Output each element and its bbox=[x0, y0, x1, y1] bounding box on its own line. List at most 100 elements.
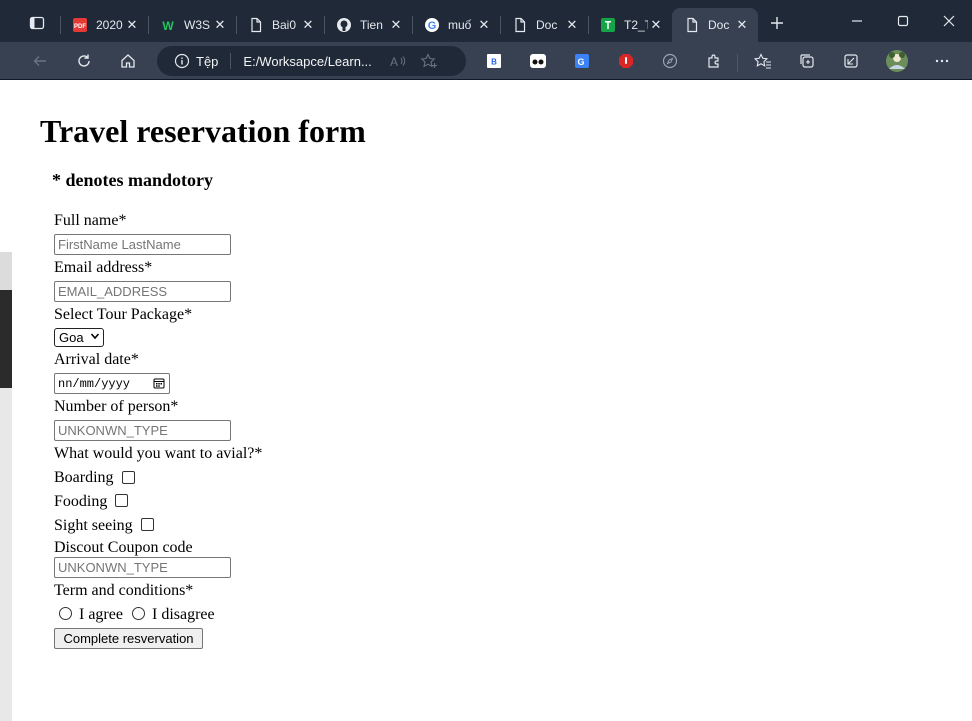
close-tab-icon[interactable]: ✕ bbox=[212, 17, 228, 33]
more-icon bbox=[934, 53, 950, 69]
tab-title: Tien bbox=[360, 18, 383, 32]
tab-strip: PDF 2020 ✕ W W3S ✕ Bai0 ✕ Tien ✕ G muố ✕ bbox=[0, 0, 972, 42]
tab-title: Bai0 bbox=[272, 18, 297, 32]
calendar-icon[interactable] bbox=[153, 377, 165, 389]
home-button[interactable] bbox=[113, 46, 143, 76]
tab-doc-active[interactable]: Doc ✕ bbox=[672, 8, 758, 42]
info-icon[interactable] bbox=[174, 53, 190, 69]
b-extension-icon: B bbox=[486, 53, 502, 69]
extensions-button[interactable] bbox=[699, 46, 729, 76]
settings-more-button[interactable] bbox=[927, 46, 957, 76]
svg-text:PDF: PDF bbox=[74, 24, 86, 30]
tab-doc[interactable]: Doc ✕ bbox=[500, 8, 588, 42]
complete-reservation-button[interactable]: Complete resvervation bbox=[54, 628, 203, 649]
tab-actions-icon bbox=[29, 15, 45, 31]
url-text[interactable]: E:/Worksapce/Learn... bbox=[243, 54, 371, 69]
tab-sheets[interactable]: T2_T ✕ bbox=[588, 8, 672, 42]
fooding-label: Fooding bbox=[54, 493, 108, 510]
fooding-checkbox[interactable] bbox=[115, 494, 128, 507]
tab-title: Doc bbox=[708, 18, 730, 32]
tab-bai[interactable]: Bai0 ✕ bbox=[236, 8, 324, 42]
add-favorite-icon[interactable] bbox=[420, 53, 438, 69]
minimize-button[interactable] bbox=[834, 0, 880, 42]
close-tab-icon[interactable]: ✕ bbox=[300, 17, 316, 33]
boarding-checkbox[interactable] bbox=[122, 471, 135, 484]
svg-text:G: G bbox=[428, 20, 437, 32]
email-input[interactable] bbox=[54, 281, 231, 302]
arrival-date-input[interactable]: nn/mm/yyyy bbox=[54, 373, 170, 394]
refresh-icon bbox=[76, 53, 92, 69]
arrival-date-value: nn/mm/yyyy bbox=[58, 376, 131, 391]
google-icon: G bbox=[424, 17, 440, 33]
persons-input[interactable] bbox=[54, 420, 231, 441]
tab-w3schools[interactable]: W W3S ✕ bbox=[148, 8, 236, 42]
puzzle-icon bbox=[706, 53, 722, 69]
svg-text:B: B bbox=[491, 58, 497, 67]
boarding-label: Boarding bbox=[54, 469, 114, 486]
tab-title: Doc bbox=[536, 18, 558, 32]
close-window-button[interactable] bbox=[926, 0, 972, 42]
read-aloud-icon[interactable]: A bbox=[390, 53, 408, 69]
browser-toolbar: Tệp E:/Worksapce/Learn... A B G bbox=[0, 42, 972, 79]
translate-extension-icon: G bbox=[574, 53, 590, 69]
close-tab-icon[interactable]: ✕ bbox=[564, 17, 580, 33]
chevron-down-icon bbox=[90, 331, 100, 341]
disagree-radio[interactable] bbox=[132, 607, 145, 620]
tab-title: muố bbox=[448, 18, 472, 32]
close-tab-icon[interactable]: ✕ bbox=[734, 17, 750, 33]
document-icon bbox=[248, 17, 264, 33]
desktop-edge bbox=[0, 80, 12, 721]
address-bar[interactable]: Tệp E:/Worksapce/Learn... A bbox=[157, 46, 466, 76]
tour-package-select[interactable]: Goa bbox=[54, 328, 104, 347]
pdf-icon: PDF bbox=[72, 17, 88, 33]
close-tab-icon[interactable]: ✕ bbox=[124, 17, 140, 33]
back-arrow-icon bbox=[32, 53, 48, 69]
web-capture-button[interactable] bbox=[836, 46, 866, 76]
maximize-button[interactable] bbox=[880, 0, 926, 42]
page-title: Travel reservation form bbox=[40, 113, 366, 149]
sight-seeing-checkbox[interactable] bbox=[141, 518, 154, 531]
adblock-extension-icon bbox=[618, 53, 634, 69]
sight-seeing-label: Sight seeing bbox=[54, 517, 133, 534]
plus-icon bbox=[769, 15, 785, 31]
persons-label: Number of person* bbox=[54, 398, 179, 415]
tab-title: W3S bbox=[184, 18, 211, 32]
mandatory-note: * denotes mandotory bbox=[52, 170, 213, 190]
extension-b-button[interactable]: B bbox=[479, 46, 509, 76]
tab-google[interactable]: G muố ✕ bbox=[412, 8, 500, 42]
refresh-button[interactable] bbox=[69, 46, 99, 76]
tab-github[interactable]: Tien ✕ bbox=[324, 8, 412, 42]
window-controls bbox=[834, 0, 972, 42]
email-label: Email address* bbox=[54, 259, 153, 276]
profile-button[interactable] bbox=[882, 46, 912, 76]
avail-label: What would you want to avial?* bbox=[54, 445, 263, 462]
close-tab-icon[interactable]: ✕ bbox=[648, 17, 664, 33]
web-capture-icon bbox=[843, 53, 859, 69]
coupon-input[interactable] bbox=[54, 557, 231, 578]
tour-package-label: Select Tour Package* bbox=[54, 306, 193, 323]
favorites-button[interactable] bbox=[748, 46, 778, 76]
new-tab-button[interactable] bbox=[762, 8, 792, 38]
extension-adblock-button[interactable] bbox=[611, 46, 641, 76]
collections-button[interactable] bbox=[792, 46, 822, 76]
security-label[interactable]: Tệp bbox=[196, 54, 218, 69]
close-tab-icon[interactable]: ✕ bbox=[388, 17, 404, 33]
collections-icon bbox=[799, 53, 815, 69]
terms-label: Term and conditions* bbox=[54, 582, 194, 599]
full-name-label: Full name* bbox=[54, 212, 127, 229]
full-name-input[interactable] bbox=[54, 234, 231, 255]
tab-title: 2020 bbox=[96, 18, 123, 32]
maximize-icon bbox=[897, 15, 909, 27]
close-icon bbox=[943, 15, 955, 27]
close-tab-icon[interactable]: ✕ bbox=[476, 17, 492, 33]
tab-pdf[interactable]: PDF 2020 ✕ bbox=[60, 8, 148, 42]
extension-compass-button[interactable] bbox=[655, 46, 685, 76]
document-icon bbox=[684, 17, 700, 33]
svg-text:W: W bbox=[162, 19, 174, 33]
document-icon bbox=[512, 17, 528, 33]
tab-actions-button[interactable] bbox=[22, 8, 52, 38]
extension-goggles-button[interactable] bbox=[523, 46, 553, 76]
back-button[interactable] bbox=[25, 46, 55, 76]
extension-translate-button[interactable]: G bbox=[567, 46, 597, 76]
agree-radio[interactable] bbox=[59, 607, 72, 620]
